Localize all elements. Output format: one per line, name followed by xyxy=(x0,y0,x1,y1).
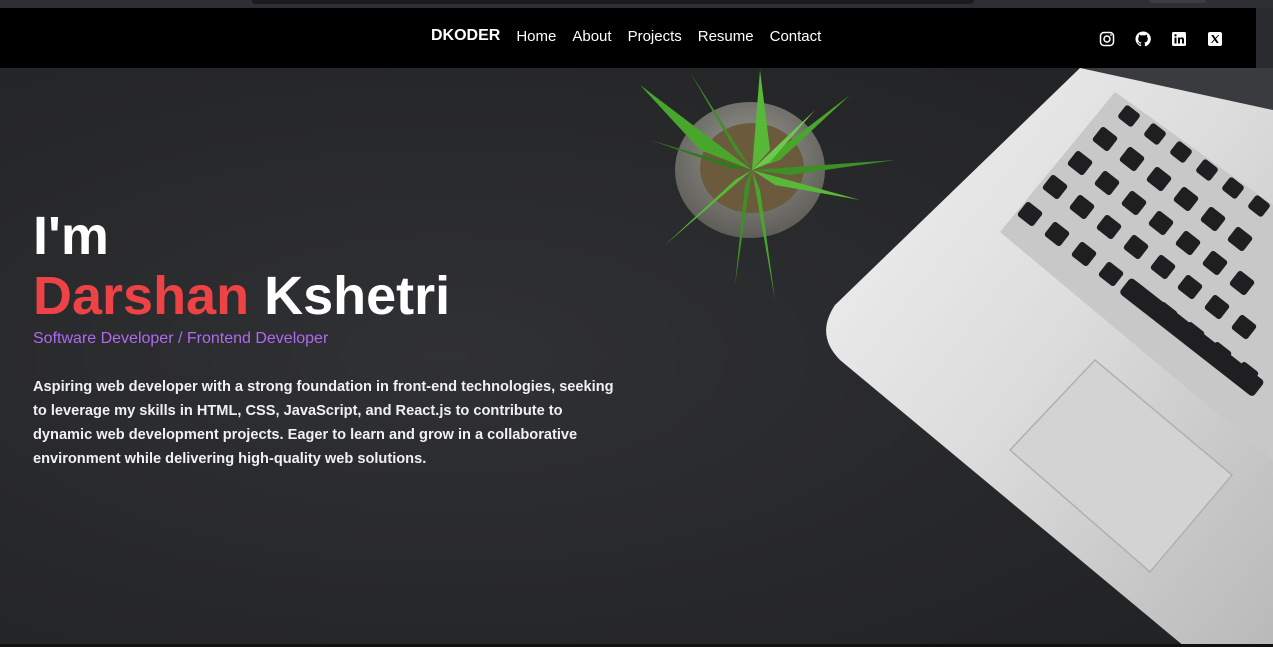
scrollbar-gutter xyxy=(1256,8,1273,68)
github-icon[interactable] xyxy=(1135,31,1151,47)
hero-subtitle: Software Developer / Frontend Developer xyxy=(33,330,329,347)
nav-link-home[interactable]: Home xyxy=(516,28,556,45)
nav-link-contact[interactable]: Contact xyxy=(770,28,822,45)
nav-link-about[interactable]: About xyxy=(572,28,611,45)
hero-last-name: Kshetri xyxy=(264,266,451,326)
x-icon[interactable] xyxy=(1207,31,1223,47)
hero-first-name: Darshan xyxy=(33,266,250,326)
linkedin-icon[interactable] xyxy=(1171,31,1187,47)
navbar: DKODER Home About Projects Resume Contac… xyxy=(0,8,1256,68)
social-links xyxy=(1099,31,1223,47)
hero-intro: I'm xyxy=(33,206,109,266)
nav-links: DKODER Home About Projects Resume Contac… xyxy=(431,27,821,45)
plant-illustration xyxy=(640,70,895,300)
hero-bio: Aspiring web developer with a strong fou… xyxy=(33,379,614,467)
instagram-icon[interactable] xyxy=(1099,31,1115,47)
hero-name: Darshan Kshetri xyxy=(33,264,450,328)
laptop-illustration xyxy=(826,68,1273,647)
nav-link-resume[interactable]: Resume xyxy=(698,28,754,45)
brand-logo[interactable]: DKODER xyxy=(431,27,500,45)
hero-page: DKODER Home About Projects Resume Contac… xyxy=(0,0,1273,647)
nav-link-projects[interactable]: Projects xyxy=(628,28,682,45)
